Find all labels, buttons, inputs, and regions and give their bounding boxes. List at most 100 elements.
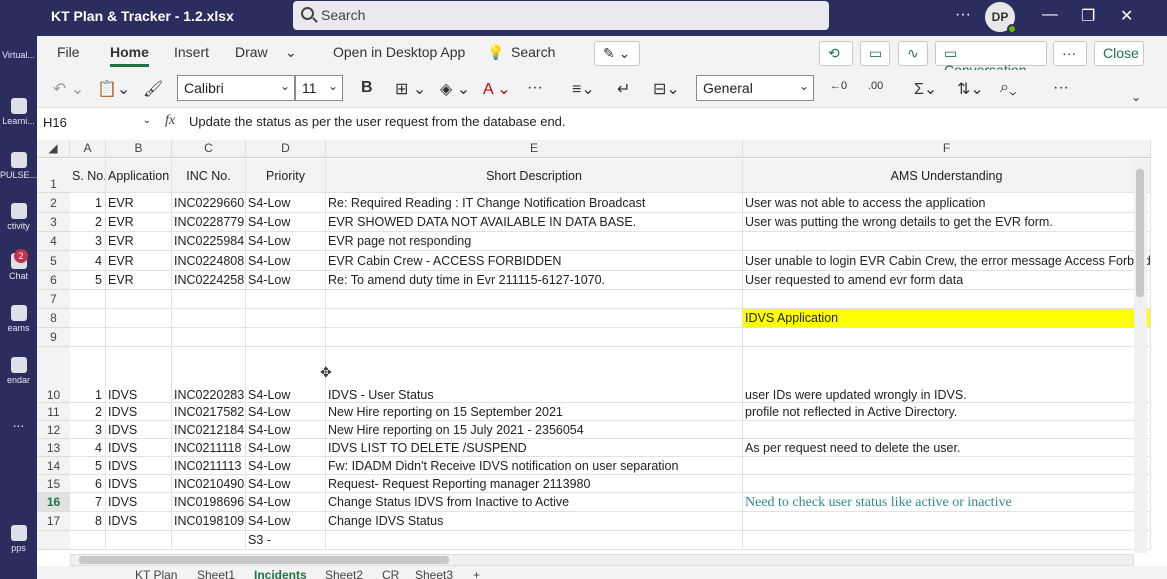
table-cell[interactable]: User unable to login EVR Cabin Crew, the… — [743, 251, 1151, 271]
table-cell[interactable]: INC0198696 — [172, 493, 246, 512]
table-cell[interactable]: Re: To amend duty time in Evr 211115-612… — [326, 271, 743, 290]
table-cell[interactable]: S4-Low — [246, 251, 326, 271]
table-cell[interactable]: 1 — [70, 193, 106, 213]
vertical-scrollbar[interactable] — [1134, 159, 1147, 553]
row-header[interactable]: 4 — [37, 232, 70, 251]
table-cell[interactable]: INC0211113 — [172, 457, 246, 475]
row-header[interactable]: 14 — [37, 457, 70, 475]
table-cell[interactable] — [743, 328, 1151, 347]
format-painter-icon[interactable]: 🖌 — [143, 79, 163, 99]
fill-color-icon[interactable]: ◈ ⌄ — [440, 79, 470, 99]
scroll-thumb[interactable] — [1136, 169, 1144, 297]
table-cell[interactable]: IDVS Application — [743, 309, 1151, 328]
row-header[interactable]: 2 — [37, 193, 70, 213]
increase-decimal-icon[interactable]: ←0 — [830, 80, 847, 92]
paste-icon[interactable]: 📋⌄ — [97, 79, 130, 99]
table-cell[interactable]: INC0224258 — [172, 271, 246, 290]
table-cell[interactable]: S4-Low — [246, 232, 326, 251]
row-header[interactable]: 5 — [37, 251, 70, 271]
table-cell[interactable]: 2 — [70, 403, 106, 421]
table-cell[interactable]: As per request need to delete the user. — [743, 439, 1151, 457]
table-cell[interactable]: INC0210490 — [172, 475, 246, 493]
number-format-select[interactable]: General ⌄ — [696, 75, 814, 101]
table-cell[interactable]: IDVS LIST TO DELETE /SUSPEND — [326, 439, 743, 457]
table-cell[interactable]: 7 — [70, 493, 106, 512]
select-all-corner[interactable]: ◢ — [37, 140, 70, 158]
table-cell[interactable] — [743, 232, 1151, 251]
row-header[interactable]: 8 — [37, 309, 70, 328]
table-cell[interactable]: INC0211118 — [172, 439, 246, 457]
close-window-icon[interactable]: ✕ — [1120, 6, 1133, 26]
table-cell[interactable]: EVR — [106, 213, 172, 232]
table-cell[interactable] — [326, 328, 743, 347]
table-cell[interactable]: IDVS — [106, 403, 172, 421]
table-cell[interactable] — [246, 328, 326, 347]
table-cell[interactable]: 3 — [70, 232, 106, 251]
table-cell[interactable]: IDVS — [106, 347, 172, 403]
column-header-b[interactable]: B — [106, 140, 172, 158]
table-cell[interactable]: S4-Low — [246, 193, 326, 213]
table-cell[interactable]: User requested to amend evr form data — [743, 271, 1151, 290]
table-cell[interactable]: EVR — [106, 193, 172, 213]
table-cell[interactable] — [246, 309, 326, 328]
conversation-button[interactable]: ▭ Conversation — [935, 41, 1047, 78]
table-cell[interactable]: S4-Low — [246, 493, 326, 512]
column-header-e[interactable]: E — [326, 140, 743, 158]
spreadsheet-grid[interactable]: ◢ A B C D E F 1 S. No. Application INC No. P… — [37, 138, 1167, 564]
tab-home[interactable]: Home — [110, 44, 149, 67]
table-cell[interactable]: S4-Low — [246, 475, 326, 493]
table-cell[interactable]: profile not reflected in Active Director… — [743, 403, 1151, 421]
more-ribbon-icon[interactable]: ··· — [1053, 41, 1087, 66]
row-header[interactable]: 17 — [37, 512, 70, 531]
avatar[interactable]: DP — [985, 2, 1017, 34]
table-cell[interactable]: INC0225984 — [172, 232, 246, 251]
table-cell[interactable]: 3 — [70, 421, 106, 439]
table-header-cell[interactable]: Short Description — [326, 159, 743, 193]
open-desktop-button[interactable]: Open in Desktop App — [333, 44, 465, 60]
table-cell[interactable]: 8 — [70, 512, 106, 531]
column-header-a[interactable]: A — [70, 140, 106, 158]
table-cell[interactable] — [106, 531, 172, 550]
row-header[interactable]: 13 — [37, 439, 70, 457]
table-cell[interactable]: user IDs were updated wrongly in IDVS. — [743, 347, 1151, 403]
table-cell[interactable]: EVR — [106, 271, 172, 290]
tab-file[interactable]: File — [57, 44, 80, 60]
table-cell[interactable]: 1 — [70, 347, 106, 403]
row-header[interactable]: 3 — [37, 213, 70, 232]
row-header[interactable]: 10 — [37, 347, 70, 403]
row-header[interactable]: 7 — [37, 290, 70, 309]
share-icon[interactable]: ⟲ — [819, 41, 853, 66]
more-font-icon[interactable]: ··· — [527, 79, 543, 97]
row-header[interactable]: 11 — [37, 403, 70, 421]
table-cell[interactable]: IDVS — [106, 512, 172, 531]
sheet-tab[interactable]: Sheet1 — [197, 568, 235, 579]
table-cell[interactable]: 6 — [70, 475, 106, 493]
table-cell[interactable]: S4-Low — [246, 439, 326, 457]
editing-mode-button[interactable]: ✎ ⌄ — [594, 41, 640, 66]
table-header-cell[interactable]: AMS Understanding — [743, 159, 1151, 193]
table-header-cell[interactable]: S. No. — [70, 159, 106, 193]
name-box[interactable]: H16 ⌄ — [40, 113, 153, 133]
table-cell[interactable]: New Hire reporting on 15 September 2021 — [326, 403, 743, 421]
table-header-cell[interactable]: INC No. — [172, 159, 246, 193]
table-header-cell[interactable]: Priority — [246, 159, 326, 193]
ribbon-search[interactable]: Search — [511, 44, 555, 60]
table-cell[interactable] — [70, 531, 106, 550]
activity-icon[interactable]: ∿ — [898, 41, 928, 66]
borders-icon[interactable]: ⊞ ⌄ — [395, 79, 426, 99]
chevron-down-icon[interactable]: ⌄ — [285, 44, 297, 61]
table-cell[interactable] — [172, 290, 246, 309]
table-cell[interactable] — [326, 531, 743, 550]
sort-filter-icon[interactable]: ⇅⌄ — [957, 79, 984, 99]
scroll-thumb[interactable] — [79, 556, 449, 564]
table-cell[interactable]: Re: Required Reading : IT Change Notific… — [326, 193, 743, 213]
table-cell[interactable]: INC0198109 — [172, 512, 246, 531]
column-header-d[interactable]: D — [246, 140, 326, 158]
sheet-tab-active[interactable]: Incidents — [254, 568, 307, 579]
table-cell[interactable] — [106, 290, 172, 309]
formula-input[interactable]: Update the status as per the user reques… — [189, 114, 566, 129]
table-cell[interactable]: INC0212184 — [172, 421, 246, 439]
rail-item-more[interactable]: ... — [0, 414, 37, 430]
column-header-c[interactable]: C — [172, 140, 246, 158]
decrease-decimal-icon[interactable]: .00 — [868, 80, 883, 92]
